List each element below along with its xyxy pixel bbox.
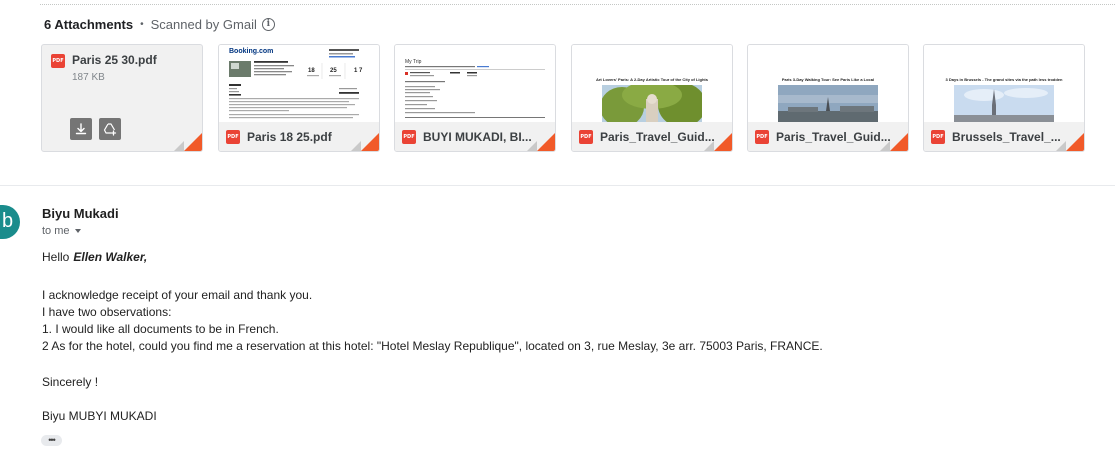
avatar[interactable]: b (0, 205, 20, 239)
booking-document-preview: 18 25 1 7 (229, 49, 363, 119)
pdf-icon: PDF (226, 130, 240, 144)
guide-photo (602, 85, 702, 122)
recipient-label: to me (42, 225, 70, 237)
page-fold (527, 141, 537, 151)
page-fold (174, 141, 184, 151)
email-closing: Sincerely ! (42, 375, 99, 389)
greeting-word: Hello (42, 250, 70, 264)
svg-text:18: 18 (308, 68, 315, 74)
attachment-filename: Paris_Travel_Guid... (776, 130, 891, 144)
page-fold (351, 141, 361, 151)
add-to-drive-button[interactable] (99, 118, 121, 140)
greeting-name: Ellen Walker, (73, 250, 148, 264)
download-button[interactable] (70, 118, 92, 140)
attachment-thumbnail: Booking.com 18 25 1 7 (219, 45, 379, 122)
avatar-letter: b (2, 210, 14, 232)
recipient-details-toggle[interactable]: to me (42, 225, 81, 237)
attachment-thumbnail: Paris 3-Day Walking Tour: See Paris Like… (748, 45, 908, 122)
attachment-filename: Paris 18 25.pdf (247, 130, 332, 144)
pdf-icon: PDF (931, 130, 945, 144)
attachment-filename: Brussels_Travel_... (952, 130, 1061, 144)
svg-text:1 7: 1 7 (354, 68, 363, 74)
attachment-card-2[interactable]: Booking.com 18 25 1 7 PDF Paris 18 25.pd… (218, 44, 380, 152)
attachment-card-5[interactable]: Paris 3-Day Walking Tour: See Paris Like… (747, 44, 909, 152)
pdf-corner-flag (537, 133, 555, 151)
chevron-down-icon (74, 229, 81, 233)
attachment-filesize: 187 KB (72, 72, 105, 83)
attachment-card-1[interactable]: PDF Paris 25 30.pdf 187 KB (41, 44, 203, 152)
guide-heading: Paris 3-Day Walking Tour: See Paris Like… (781, 77, 875, 82)
attachments-count: 6 Attachments (44, 16, 134, 32)
email-greeting: Hello Ellen Walker, (42, 250, 147, 264)
pdf-corner-flag (1066, 133, 1084, 151)
header-separator: • (140, 18, 144, 30)
email-body-line: I acknowledge receipt of your email and … (42, 288, 313, 302)
guide-photo (778, 85, 878, 122)
email-body-line: 1. I would like all documents to be in F… (42, 322, 279, 336)
pdf-icon: PDF (402, 130, 416, 144)
scanned-by-gmail-label: Scanned by Gmail (150, 16, 257, 32)
attachment-card-6[interactable]: 3 Days in Brussels - The grand sites via… (923, 44, 1085, 152)
add-to-drive-icon (103, 123, 117, 136)
attachment-thumbnail: 3 Days in Brussels - The grand sites via… (924, 45, 1084, 122)
attachment-thumbnail: Art Lovers' Paris: A 2-Day Artistic Tour… (572, 45, 732, 122)
attachment-card-4[interactable]: Art Lovers' Paris: A 2-Day Artistic Tour… (571, 44, 733, 152)
email-signature: Biyu MUBYI MUKADI (42, 409, 157, 423)
section-divider-dotted (40, 4, 1115, 5)
pdf-icon: PDF (579, 130, 593, 144)
svg-text:25: 25 (330, 68, 337, 74)
message-divider (0, 185, 1115, 186)
guide-photo (954, 85, 1054, 122)
attachment-filename: Paris_Travel_Guid... (600, 130, 715, 144)
download-icon (75, 123, 87, 135)
guide-heading: Art Lovers' Paris: A 2-Day Artistic Tour… (595, 77, 708, 82)
pdf-icon: PDF (51, 54, 65, 68)
info-icon[interactable]: i (261, 17, 275, 31)
trip-document-preview (405, 66, 545, 118)
pdf-corner-flag (714, 133, 732, 151)
guide-heading: 3 Days in Brussels - The grand sites via… (945, 77, 1063, 82)
page-fold (880, 141, 890, 151)
attachment-filename: BUYI MUKADI, BI... (423, 130, 532, 144)
attachments-header: 6 Attachments • Scanned by Gmail i (44, 15, 275, 33)
attachment-card-3[interactable]: My Trip PDF BUYI MUKADI, BI... (394, 44, 556, 152)
pdf-corner-flag (184, 133, 202, 151)
page-fold (704, 141, 714, 151)
email-body-line: I have two observations: (42, 305, 172, 319)
sender-name[interactable]: Biyu Mukadi (42, 206, 119, 221)
attachment-thumbnail: My Trip (395, 45, 555, 122)
attachment-filename: Paris 25 30.pdf (72, 53, 157, 67)
email-body-line: 2 As for the hotel, could you find me a … (42, 339, 823, 353)
pdf-corner-flag (890, 133, 908, 151)
page-fold (1056, 141, 1066, 151)
pdf-corner-flag (361, 133, 379, 151)
show-trimmed-content-button[interactable]: ••• (41, 435, 62, 446)
pdf-icon: PDF (755, 130, 769, 144)
